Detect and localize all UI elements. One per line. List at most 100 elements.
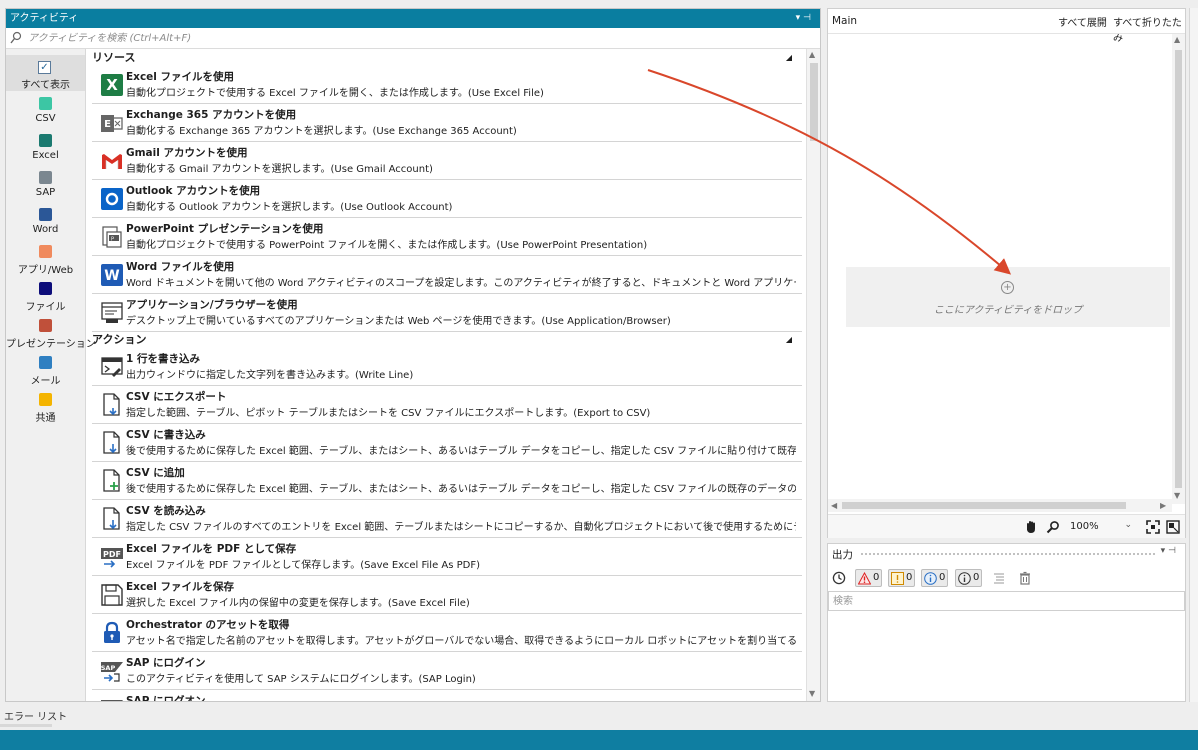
error-list-tab[interactable]: エラー リスト <box>4 708 67 723</box>
scroll-up-icon[interactable]: ▲ <box>809 50 815 59</box>
error-list-tab-indicator <box>0 724 52 727</box>
activities-search-input[interactable] <box>28 30 628 46</box>
activity-item[interactable]: SAPSAP にログオン <box>92 690 802 701</box>
activity-item[interactable]: CSV に追加 後で使用するために保存した Excel 範囲、テーブル、またはシー… <box>92 462 802 500</box>
panel-header-buttons: ▾⊣ <box>1161 546 1179 556</box>
activity-item[interactable]: P PowerPoint プレゼンテーションを使用 自動化プロジェクトで使用する P… <box>92 218 802 256</box>
category-item[interactable]: Word <box>6 203 85 239</box>
excel-icon: X <box>100 73 124 97</box>
activity-description: 指定した CSV ファイルのすべてのエントリを Excel 範囲、テーブルまたは… <box>126 522 796 533</box>
activity-item[interactable]: SAP SAP にログイン このアクティビティを使用して SAP システムにログイン… <box>92 652 802 690</box>
designer-zoom-bar: 100% ⌄ <box>828 514 1185 538</box>
overview-icon[interactable] <box>1166 520 1180 534</box>
pin-icon[interactable]: ⊣ <box>803 13 814 23</box>
category-item[interactable]: アプリ/Web <box>6 240 85 276</box>
activity-description: 自動化する Gmail アカウントを選択します。(Use Gmail Accou… <box>126 164 433 175</box>
zoom-search-icon[interactable] <box>1046 520 1060 534</box>
add-icon: + <box>1001 281 1014 294</box>
category-item[interactable]: SAP <box>6 166 85 202</box>
category-sidebar: ✓ すべて表示 CSV Excel SAP Word アプリ/Web ファイル プレゼンテーショ… <box>6 49 96 701</box>
warnings-filter-button[interactable]: 0 <box>888 569 915 587</box>
section-label: アクション <box>92 333 147 346</box>
scroll-down-icon[interactable]: ▼ <box>1174 491 1180 500</box>
activity-title: CSV を読み込み <box>126 505 206 517</box>
activity-title: Word ファイルを使用 <box>126 261 235 273</box>
scrollbar-thumb[interactable] <box>810 63 818 141</box>
csv-export-icon <box>100 393 124 417</box>
activities-panel-header: アクティビティ ▾⊣ <box>6 9 820 28</box>
pan-hand-icon[interactable] <box>1024 520 1038 534</box>
activity-title: SAP にログオン <box>126 695 206 701</box>
category-item[interactable]: ✓ すべて表示 <box>6 55 85 91</box>
fit-to-screen-icon[interactable] <box>1146 520 1160 534</box>
activity-title: Orchestrator のアセットを取得 <box>126 619 290 631</box>
output-panel: 出力 ▾⊣ 0 0 0 0 検索 <box>827 543 1186 702</box>
category-item[interactable]: Excel <box>6 129 85 165</box>
category-item[interactable]: プレゼンテーション <box>6 314 96 350</box>
category-label: Word <box>32 224 59 235</box>
info-filter-button[interactable]: 0 <box>921 569 948 587</box>
category-item[interactable]: ファイル <box>6 277 85 313</box>
activity-item[interactable]: W Word ファイルを使用 Word ドキュメントを開いて他の Word アクティ… <box>92 256 802 294</box>
scroll-down-icon[interactable]: ▼ <box>809 689 815 698</box>
error-count: 0 <box>873 572 880 583</box>
activity-item[interactable]: Excel ファイルを保存 選択した Excel ファイル内の保留中の変更を保存し… <box>92 576 802 614</box>
scroll-right-icon[interactable]: ▶ <box>1160 501 1166 510</box>
activity-item[interactable]: 1 行を書き込み 出力ウィンドウに指定した文字列を書き込みます。(Write Li… <box>92 348 802 386</box>
collapse-triangle-icon[interactable]: ◢ <box>786 332 792 348</box>
activity-title: Exchange 365 アカウントを使用 <box>126 109 297 121</box>
activity-item[interactable]: CSV に書き込み 後で使用するために保存した Excel 範囲、テーブル、または… <box>92 424 802 462</box>
clock-icon[interactable] <box>832 571 846 585</box>
zoom-select[interactable]: 100% ⌄ <box>1068 520 1138 535</box>
trace-count: 0 <box>973 572 980 583</box>
svg-text:PDF: PDF <box>103 550 121 559</box>
activity-item[interactable]: Gmail アカウントを使用 自動化する Gmail アカウントを選択します。(U… <box>92 142 802 180</box>
collapse-triangle-icon[interactable]: ◢ <box>786 50 792 66</box>
activity-item[interactable]: CSV にエクスポート 指定した範囲、テーブル、ピボット テーブルまたはシートを … <box>92 386 802 424</box>
activity-item[interactable]: Outlook アカウントを使用 自動化する Outlook アカウントを選択しま… <box>92 180 802 218</box>
activity-item[interactable]: CSV を読み込み指定した CSV ファイルのすべてのエントリを Excel 範… <box>92 500 802 538</box>
designer-horizontal-scrollbar[interactable]: ◀ ▶ <box>828 499 1172 512</box>
section-header[interactable]: アクション ◢ <box>88 332 802 348</box>
category-color-swatch <box>39 393 52 406</box>
category-item[interactable]: 共通 <box>6 388 85 424</box>
category-color-swatch <box>39 208 52 221</box>
designer-vertical-scrollbar[interactable]: ▲ ▼ <box>1172 34 1185 504</box>
pin-icon[interactable]: ⊣ <box>1168 546 1179 556</box>
scroll-left-icon[interactable]: ◀ <box>831 501 837 510</box>
activity-item[interactable]: Orchestrator のアセットを取得アセット名で指定した名前のアセットを取… <box>92 614 802 652</box>
svg-text:E: E <box>104 119 111 130</box>
activity-item[interactable]: PDF Excel ファイルを PDF として保存 Excel ファイルを PDF … <box>92 538 802 576</box>
clear-format-icon[interactable] <box>992 571 1006 585</box>
trash-icon[interactable] <box>1018 571 1032 585</box>
category-item[interactable]: CSV <box>6 92 85 128</box>
csv-append-icon <box>100 469 124 493</box>
activity-description: アセット名で指定した名前のアセットを取得します。アセットがグローバルでない場合、… <box>126 636 796 647</box>
trace-filter-button[interactable]: 0 <box>955 569 982 587</box>
category-label: メール <box>30 376 61 387</box>
activity-description: 自動化する Outlook アカウントを選択します。(Use Outlook A… <box>126 202 453 213</box>
activity-description: 指定した範囲、テーブル、ピボット テーブルまたはシートを CSV ファイルにエク… <box>126 408 651 419</box>
section-header[interactable]: リソース ◢ <box>88 50 802 66</box>
activity-item[interactable]: X Excel ファイルを使用 自動化プロジェクトで使用する Excel ファイルを… <box>92 66 802 104</box>
lock-icon <box>100 621 124 645</box>
powerpoint-icon: P <box>100 225 124 249</box>
category-label: ファイル <box>25 302 66 313</box>
sap-icon: SAP <box>100 697 124 701</box>
scroll-up-icon[interactable]: ▲ <box>1174 35 1180 44</box>
activity-drop-zone[interactable]: + ここにアクティビティをドロップ <box>846 267 1170 327</box>
error-icon <box>858 572 871 585</box>
activity-item[interactable]: アプリケーション/ブラウザーを使用 デスクトップ上で開いているすべてのアプリケーシ… <box>92 294 802 332</box>
scrollbar-thumb[interactable] <box>842 502 1126 509</box>
csv-read-icon <box>100 507 124 531</box>
errors-filter-button[interactable]: 0 <box>855 569 882 587</box>
scrollbar-thumb[interactable] <box>1175 50 1182 488</box>
activity-description: このアクティビティを使用して SAP システムにログインします。(SAP Log… <box>126 674 476 685</box>
output-search-input[interactable] <box>833 594 1173 609</box>
activities-list-scrollbar[interactable]: ▲ ▼ <box>806 49 820 701</box>
category-item[interactable]: メール <box>6 351 85 387</box>
expand-all-link[interactable]: すべて展開 <box>1058 14 1107 29</box>
activity-item[interactable]: E Exchange 365 アカウントを使用 自動化する Exchange 365… <box>92 104 802 142</box>
activity-description: 後で使用するために保存した Excel 範囲、テーブル、またはシート、あるいはテ… <box>126 484 796 495</box>
zoom-level: 100% <box>1070 521 1099 532</box>
